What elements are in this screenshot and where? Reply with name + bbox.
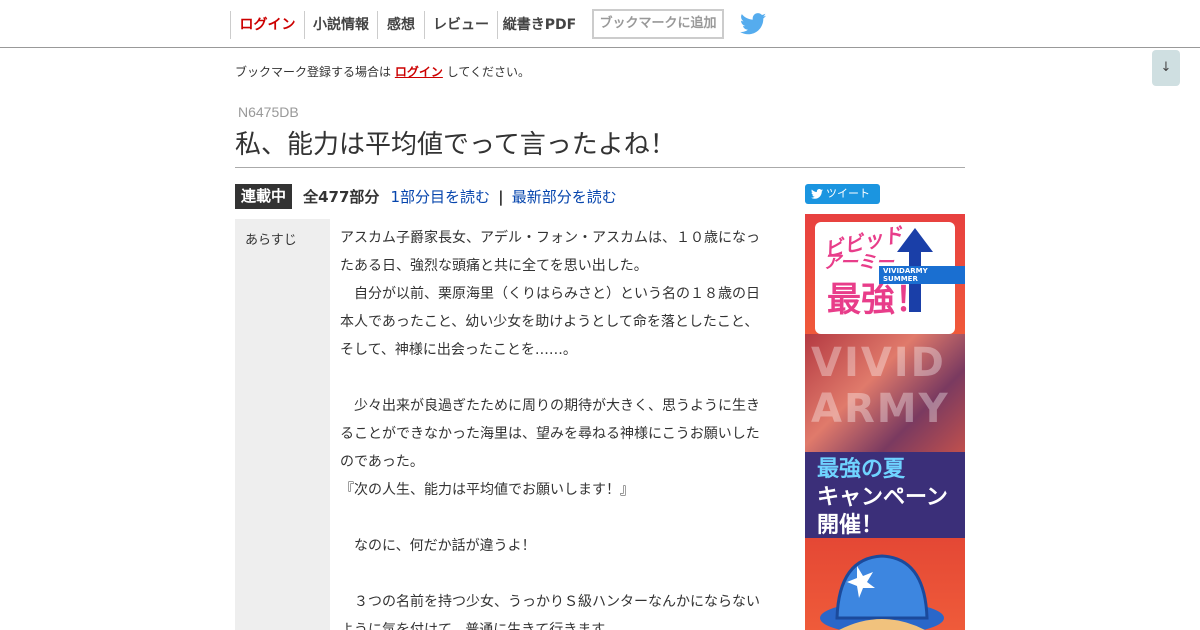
login-notice: ブックマーク登録する場合は ログイン してください。 [235,63,530,80]
notice-login-link[interactable]: ログイン [395,65,443,79]
summary-text: アスカム子爵家長女、アデル・フォン・アスカムは、１０歳になったある日、強烈な頭痛… [340,230,760,630]
ad-box-line1: 最強の夏 [817,457,906,482]
summary-label-text: あらすじ [245,233,297,248]
notice-suffix: してください。 [446,65,530,79]
ad-box-line3: 開催！ [817,513,884,538]
summary-label: あらすじ [235,219,330,630]
novel-code: N6475DB [238,104,299,120]
part-count: 全477部分 [303,188,380,206]
tweet-button[interactable]: ツイート [805,184,880,204]
link-separator: | [498,187,504,206]
status-badge: 連載中 [235,184,293,209]
ad-box-line2: キャンペーン [817,485,948,510]
ad-campaign-box: 最強の夏 キャンペーン 開催！ [805,452,965,538]
ad-character-hat-icon [820,554,944,630]
ad-character-art: VIVID ARMY [805,334,965,452]
status-row: 連載中 全477部分 1部分目を読む | 最新部分を読む [235,184,617,209]
tweet-label: ツイート [826,187,870,200]
top-nav: ログイン 小説情報 感想 レビュー 縦書きPDF ブックマークに追加 [0,0,1200,48]
nav-item-0[interactable]: ログイン [230,11,304,39]
sidebar-ad-banner[interactable]: ビビッド アーミー 最強！ VIVIDARMY SUMMER VIVID ARM… [805,214,965,630]
novel-title: 私、能力は平均値でって言ったよね！ [235,124,965,168]
add-bookmark-button[interactable]: ブックマークに追加 [592,9,724,39]
twitter-bird-icon[interactable] [740,13,766,35]
ad-mid-text: VIVID ARMY [811,340,950,432]
scroll-down-button[interactable]: ↓ [1152,50,1180,86]
twitter-small-icon [811,189,823,199]
read-first-link[interactable]: 1部分目を読む [391,188,491,206]
notice-prefix: ブックマーク登録する場合は [235,65,392,79]
nav-item-2[interactable]: 感想 [377,11,424,39]
read-latest-link[interactable]: 最新部分を読む [512,188,617,206]
ad-logo-banner: VIVIDARMY SUMMER [879,266,965,284]
nav-item-3[interactable]: レビュー [424,11,497,39]
nav-item-1[interactable]: 小説情報 [304,11,377,39]
nav-item-4[interactable]: 縦書きPDF [497,11,581,39]
